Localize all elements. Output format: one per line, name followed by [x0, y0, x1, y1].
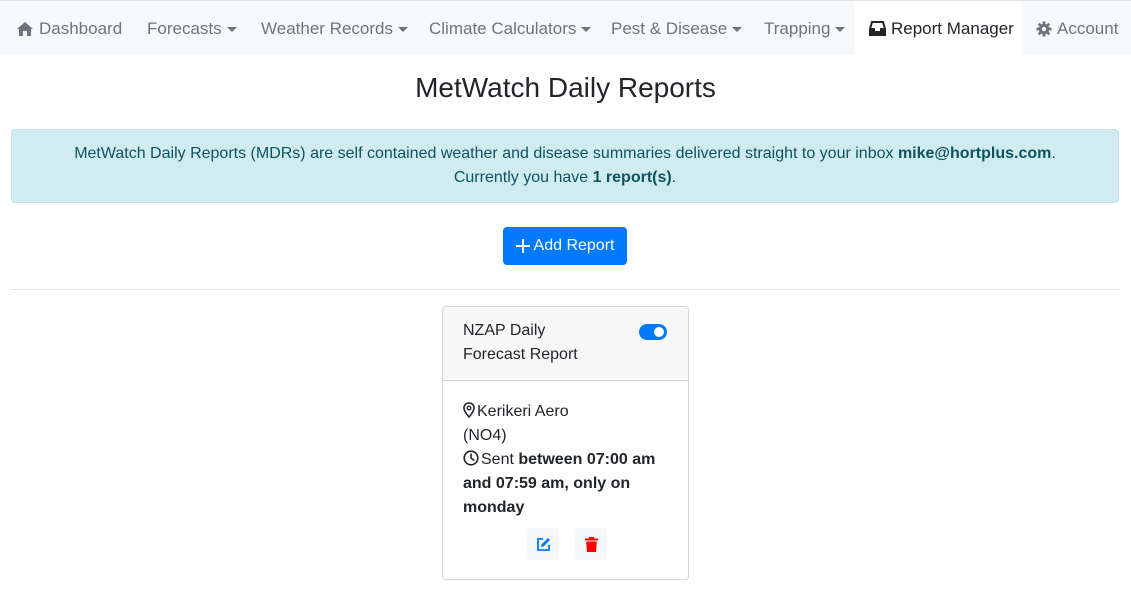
edit-report-button[interactable] — [527, 528, 559, 560]
caret-down-icon — [226, 27, 237, 32]
page-title: MetWatch Daily Reports — [415, 72, 716, 103]
plus-icon — [515, 239, 530, 253]
nav-account-label: Account — [1057, 18, 1119, 38]
map-marker-icon — [463, 402, 475, 419]
nav-account[interactable]: Account — [1036, 1, 1118, 56]
toggle-knob — [654, 327, 664, 337]
trash-icon — [584, 536, 598, 552]
report-name: NZAP Daily Forecast Report — [463, 322, 578, 363]
nav-dashboard-label: Dashboard — [39, 18, 123, 38]
nav-report-manager[interactable]: Report Manager — [855, 1, 1021, 56]
user-email: mike@hortplus.com — [897, 145, 1052, 162]
delete-report-button[interactable] — [575, 528, 607, 560]
report-station-code: (NO4) — [463, 427, 507, 444]
report-card-header: NZAP Daily Forecast Report — [443, 307, 688, 381]
nav-pest-disease-label: Pest & Disease — [611, 18, 728, 38]
alert-text-end: . — [1051, 145, 1056, 162]
nav-weather-records-dropdown[interactable]: Weather Records — [261, 1, 408, 56]
nav-climate-calculators-dropdown[interactable]: Climate Calculators — [429, 1, 592, 56]
add-report-button[interactable]: Add Report — [503, 227, 627, 265]
top-navbar: Dashboard Forecasts Weather Records Clim… — [0, 0, 1131, 56]
report-schedule-line: Sent between 07:00 am and 07:59 am, only… — [463, 450, 655, 516]
report-sent-prefix: Sent — [481, 451, 519, 468]
report-card-body: Kerikeri Aero (NO4) Sent between 07:00 a… — [443, 381, 688, 520]
nav-climate-calculators-label: Climate Calculators — [429, 18, 577, 38]
alert-description: MetWatch Daily Reports (MDRs) are self c… — [12, 142, 1118, 166]
info-alert: MetWatch Daily Reports (MDRs) are self c… — [11, 129, 1119, 203]
report-count-prefix: Currently you have — [453, 169, 593, 186]
nav-dashboard[interactable]: Dashboard — [16, 1, 122, 56]
nav-pest-disease-dropdown[interactable]: Pest & Disease — [611, 1, 743, 56]
caret-down-icon — [835, 27, 846, 32]
nav-trapping-dropdown[interactable]: Trapping — [764, 1, 846, 56]
nav-forecasts-dropdown[interactable]: Forecasts — [147, 1, 237, 56]
gear-icon — [1036, 21, 1052, 36]
report-count-suffix: . — [671, 169, 677, 186]
section-divider — [11, 289, 1119, 290]
report-actions — [527, 528, 607, 560]
nav-weather-records-label: Weather Records — [261, 18, 393, 38]
clock-icon — [463, 450, 479, 466]
home-icon — [17, 21, 33, 36]
inbox-icon — [869, 21, 886, 36]
add-report-label: Add Report — [533, 237, 615, 254]
report-location: Kerikeri Aero — [477, 403, 569, 420]
nav-trapping-label: Trapping — [764, 18, 831, 38]
report-card: NZAP Daily Forecast Report Kerikeri Aero… — [442, 306, 689, 580]
nav-report-manager-label: Report Manager — [891, 18, 1014, 38]
report-enabled-toggle[interactable] — [639, 324, 667, 340]
caret-down-icon — [397, 27, 408, 32]
report-count: 1 report(s) — [592, 169, 672, 186]
caret-down-icon — [581, 27, 592, 32]
nav-forecasts-label: Forecasts — [147, 18, 222, 38]
report-location-line: Kerikeri Aero — [463, 400, 668, 424]
report-count-line: Currently you have 1 report(s). — [12, 166, 1118, 190]
caret-down-icon — [732, 27, 743, 32]
edit-icon — [536, 537, 550, 551]
alert-text: MetWatch Daily Reports (MDRs) are self c… — [74, 145, 898, 162]
